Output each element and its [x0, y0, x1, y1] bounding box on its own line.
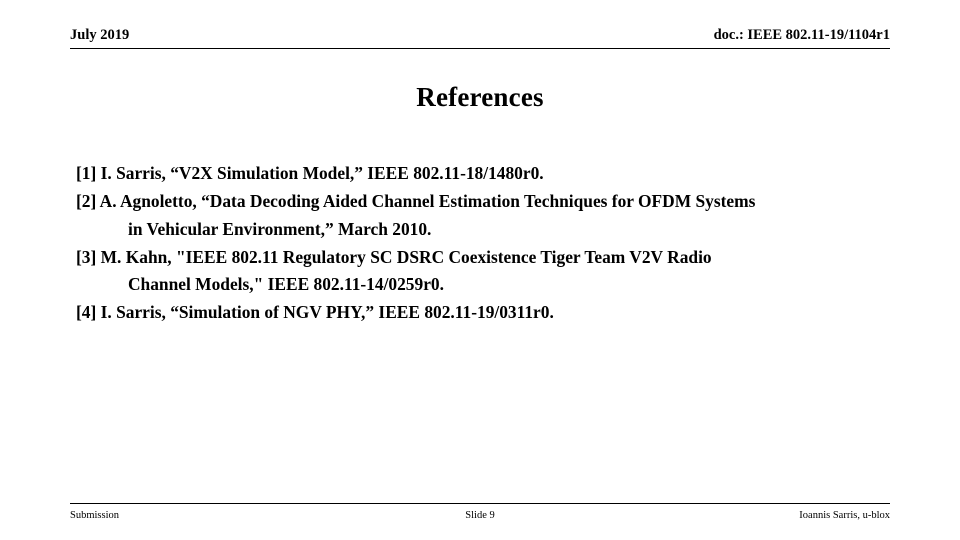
footer-submission-label: Submission	[70, 510, 120, 521]
footer-author: Ioannis Sarris, u-blox	[799, 510, 890, 521]
reference-list: [1] I. Sarris, “V2X Simulation Model,” I…	[76, 160, 886, 328]
list-item: [1] I. Sarris, “V2X Simulation Model,” I…	[76, 160, 886, 187]
reference-text-primary: [3] M. Kahn, "IEEE 802.11 Regulatory SC …	[76, 246, 712, 267]
reference-text-continuation: in Vehicular Environment,” March 2010.	[128, 218, 432, 239]
footer-slide-number: Slide 9	[465, 510, 495, 521]
reference-text-primary: [2] A. Agnoletto, “Data Decoding Aided C…	[76, 191, 756, 212]
reference-text-primary: [1] I. Sarris, “V2X Simulation Model,” I…	[76, 163, 544, 183]
reference-text-continuation: Channel Models," IEEE 802.11-14/0259r0.	[128, 274, 444, 295]
slide-page: July 2019 doc.: IEEE 802.11-19/1104r1 Re…	[0, 0, 960, 540]
slide-header: July 2019 doc.: IEEE 802.11-19/1104r1	[70, 26, 890, 49]
list-item: [2] A. Agnoletto, “Data Decoding Aided C…	[76, 188, 886, 243]
header-document-number: doc.: IEEE 802.11-19/1104r1	[713, 27, 890, 43]
slide-footer: Submission Slide 9 Ioannis Sarris, u-blo…	[70, 503, 890, 524]
header-date: July 2019	[70, 27, 130, 43]
reference-text-primary: [4] I. Sarris, “Simulation of NGV PHY,” …	[76, 302, 554, 323]
page-title: References	[416, 82, 544, 112]
list-item: [3] M. Kahn, "IEEE 802.11 Regulatory SC …	[76, 244, 886, 299]
list-item: [4] I. Sarris, “Simulation of NGV PHY,” …	[76, 299, 886, 326]
